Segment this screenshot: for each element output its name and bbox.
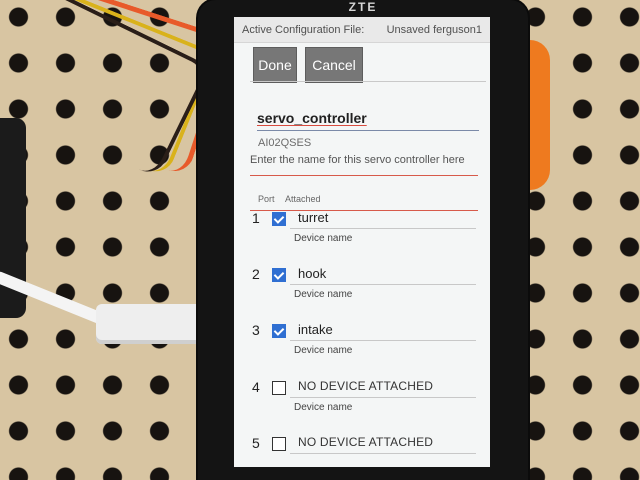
attached-checkbox[interactable] (272, 268, 286, 282)
port-number: 3 (252, 322, 260, 338)
port-row-4: 4 NO DEVICE ATTACHED Device name (234, 379, 490, 435)
done-button[interactable]: Done (253, 47, 297, 83)
active-config-value: Unsaved ferguson1 (386, 23, 482, 36)
attached-checkbox[interactable] (272, 324, 286, 338)
phone-device: ZTE Active Configuration File: Unsaved f… (198, 0, 528, 480)
phone-screen: Active Configuration File: Unsaved fergu… (234, 17, 490, 467)
device-name-label: Device name (294, 402, 353, 413)
attached-checkbox[interactable] (272, 212, 286, 226)
phone-brand-logo: ZTE (348, 0, 378, 14)
device-name-label: Device name (294, 233, 353, 244)
cancel-button[interactable]: Cancel (305, 47, 363, 83)
port-column-header: Port (258, 194, 275, 204)
active-config-bar: Active Configuration File: Unsaved fergu… (234, 17, 490, 43)
controller-name-hint: Enter the name for this servo controller… (250, 154, 465, 166)
port-number: 2 (252, 266, 260, 282)
device-name-label: Device name (294, 345, 353, 356)
device-name-input[interactable]: turret (290, 210, 476, 229)
device-name-input[interactable]: hook (290, 266, 476, 285)
device-name-input[interactable]: NO DEVICE ATTACHED (290, 379, 476, 398)
controller-serial: AI02QSES (258, 137, 312, 149)
port-number: 4 (252, 379, 260, 395)
column-headers: Port Attached (258, 194, 321, 204)
active-config-label: Active Configuration File: (242, 23, 365, 36)
attached-checkbox[interactable] (272, 381, 286, 395)
port-row-2: 2 hook Device name (234, 266, 490, 322)
usb-plug (96, 304, 208, 344)
attached-column-header: Attached (285, 194, 321, 204)
divider (250, 81, 486, 82)
port-number: 5 (252, 435, 260, 451)
port-row-5: 5 NO DEVICE ATTACHED (234, 435, 490, 467)
controller-name-input[interactable]: servo_controller (257, 110, 479, 131)
port-row-3: 3 intake Device name (234, 322, 490, 378)
port-row-1: 1 turret Device name (234, 210, 490, 266)
port-number: 1 (252, 210, 260, 226)
action-buttons: Done Cancel (234, 43, 490, 85)
attached-checkbox[interactable] (272, 437, 286, 451)
device-name-label: Device name (294, 289, 353, 300)
device-name-input[interactable]: NO DEVICE ATTACHED (290, 435, 476, 454)
hint-divider (250, 175, 478, 176)
device-name-input[interactable]: intake (290, 322, 476, 341)
